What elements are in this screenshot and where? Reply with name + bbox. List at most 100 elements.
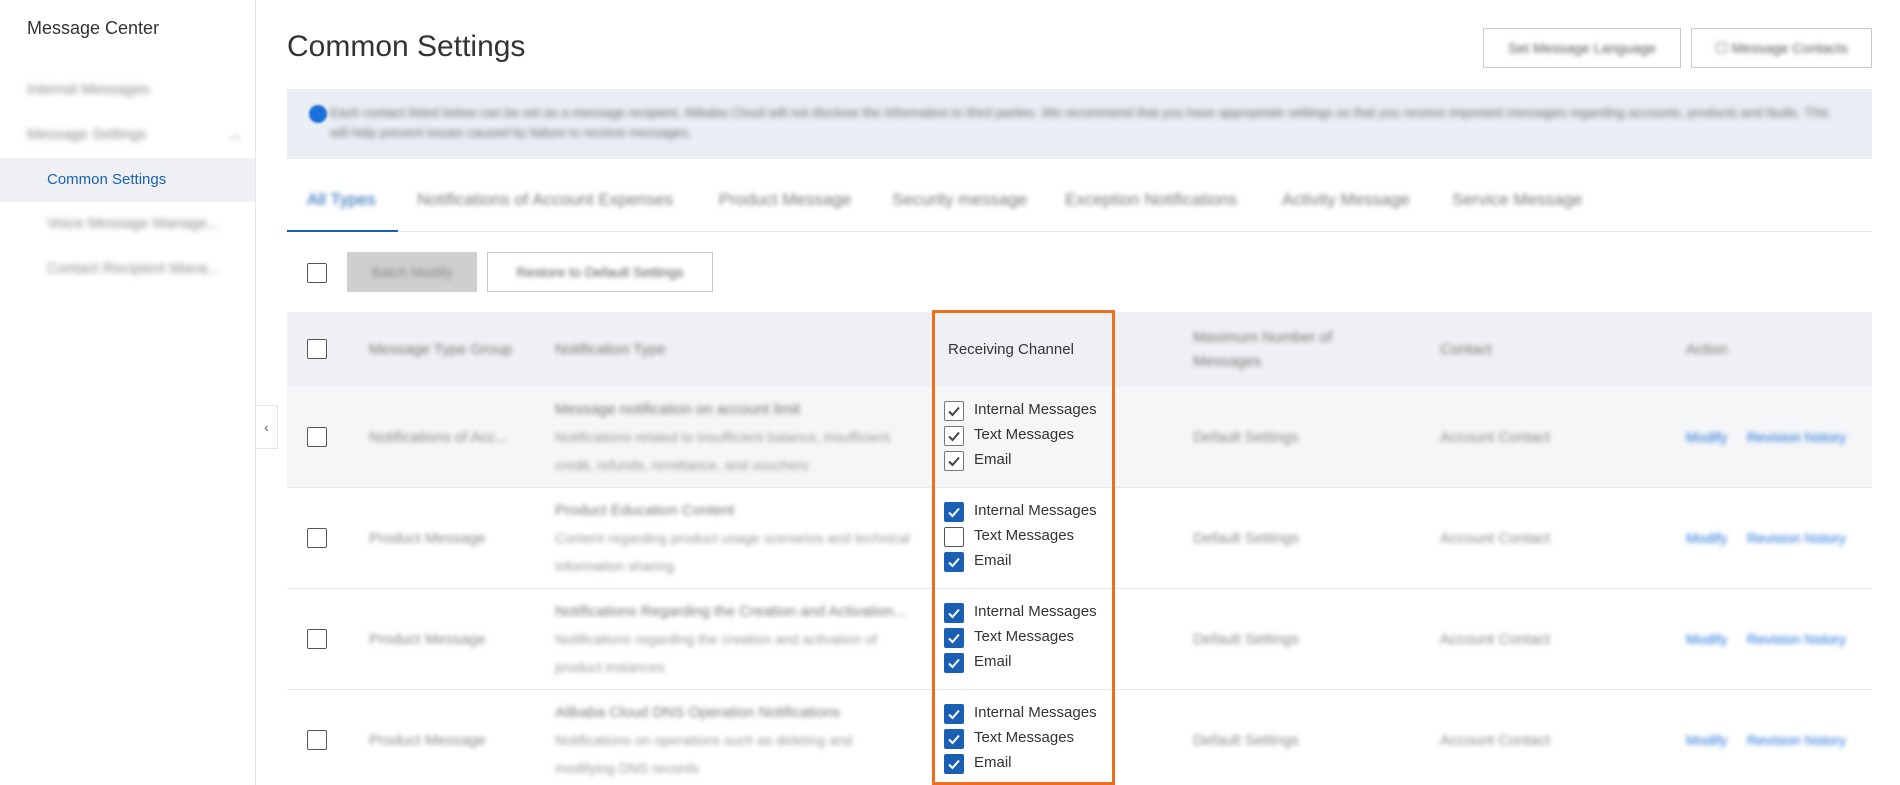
channel-label: Email <box>974 653 1012 670</box>
channel-checkbox[interactable] <box>944 527 964 547</box>
button-label: Restore to Default Settings <box>516 264 684 280</box>
row-checkbox[interactable] <box>307 629 327 649</box>
row-checkbox[interactable] <box>307 427 327 447</box>
tab-label: All Types <box>307 190 376 209</box>
restore-default-button[interactable]: Restore to Default Settings <box>487 252 713 292</box>
message-contacts-button[interactable]: ☐ Message Contacts <box>1691 28 1872 68</box>
row-checkbox[interactable] <box>307 730 327 750</box>
channel-option[interactable]: Text Messages <box>944 424 1104 449</box>
sidebar-item-label: Voice Message Manage... <box>47 215 220 232</box>
channel-checkbox[interactable] <box>944 628 964 648</box>
message-type-group: Notifications of Acc... <box>369 429 509 446</box>
sidebar-item-contact-recipient[interactable]: Contact Recipient Mana... <box>0 247 255 291</box>
receiving-channels: Internal Messages Text Messages Email <box>944 601 1104 676</box>
notification-description: Notifications regarding the creation and… <box>555 631 878 675</box>
column-header-max: Maximum Number of Messages <box>1193 326 1363 374</box>
channel-option[interactable]: Text Messages <box>944 626 1104 651</box>
sidebar-item-label: Internal Messages <box>27 81 150 98</box>
sidebar-item-common-settings[interactable]: Common Settings <box>0 158 255 202</box>
chevron-left-icon: ‹ <box>264 419 269 435</box>
channel-label: Internal Messages <box>974 502 1097 519</box>
notification-type: Product Education Content <box>555 502 735 519</box>
channel-option[interactable]: Internal Messages <box>944 702 1104 727</box>
receiving-channels: Internal Messages Text Messages Email <box>944 500 1104 575</box>
sidebar-title: Message Center <box>27 18 160 38</box>
channel-option[interactable]: Email <box>944 651 1104 676</box>
table-row: Product Message Alibaba Cloud DNS Operati… <box>287 690 1872 785</box>
channel-label: Internal Messages <box>974 603 1097 620</box>
channel-label: Email <box>974 754 1012 771</box>
sidebar-item-message-settings[interactable]: Message Settings ︿ <box>0 113 255 157</box>
button-label: Batch Modify <box>371 264 453 280</box>
contact-value: Account Contact <box>1440 631 1551 648</box>
tab-security-message[interactable]: Security message <box>892 190 1027 232</box>
tab-exception-notifications[interactable]: Exception Notifications <box>1065 190 1237 232</box>
batch-modify-button[interactable]: Batch Modify <box>347 252 477 292</box>
sidebar: Message Center Internal Messages Message… <box>0 0 256 785</box>
tab-label: Activity Message <box>1282 190 1410 209</box>
channel-option[interactable]: Internal Messages <box>944 500 1104 525</box>
channel-checkbox[interactable] <box>944 401 964 421</box>
sidebar-item-internal-messages[interactable]: Internal Messages <box>0 68 255 112</box>
tab-service-message[interactable]: Service Message <box>1452 190 1582 232</box>
max-messages-value: Default Settings <box>1193 530 1299 547</box>
tab-product-message[interactable]: Product Message <box>719 190 851 232</box>
channel-checkbox[interactable] <box>944 754 964 774</box>
message-type-group: Product Message <box>369 631 486 648</box>
tab-label: Exception Notifications <box>1065 190 1237 209</box>
table-row: Product Message Product Education Content… <box>287 488 1872 589</box>
row-checkbox[interactable] <box>307 528 327 548</box>
sidebar-collapse-button[interactable]: ‹ <box>256 405 278 449</box>
notification-type: Notifications Regarding the Creation and… <box>555 603 907 620</box>
header-select-all-checkbox[interactable] <box>307 339 327 359</box>
tab-all-types[interactable]: All Types <box>287 190 398 232</box>
channel-checkbox[interactable] <box>944 653 964 673</box>
contact-value: Account Contact <box>1440 732 1551 749</box>
channel-option[interactable]: Email <box>944 550 1104 575</box>
modify-link[interactable]: Modify <box>1686 732 1727 748</box>
max-messages-value: Default Settings <box>1193 631 1299 648</box>
column-header-label: Maximum Number of Messages <box>1193 329 1333 370</box>
tab-account-expenses[interactable]: Notifications of Account Expenses <box>417 190 673 232</box>
receiving-channels: Internal Messages Text Messages Email <box>944 702 1104 777</box>
channel-option[interactable]: Internal Messages <box>944 601 1104 626</box>
channel-checkbox[interactable] <box>944 704 964 724</box>
sidebar-item-voice-message[interactable]: Voice Message Manage... <box>0 202 255 246</box>
channel-checkbox[interactable] <box>944 729 964 749</box>
channel-checkbox[interactable] <box>944 552 964 572</box>
set-message-language-button[interactable]: Set Message Language <box>1483 28 1681 68</box>
button-label: Set Message Language <box>1508 40 1656 56</box>
chevron-up-icon: ︿ <box>228 128 241 142</box>
notification-description: Notifications on operations such as dele… <box>555 732 853 776</box>
channel-option[interactable]: Internal Messages <box>944 399 1104 424</box>
revision-history-link[interactable]: Revision history <box>1747 631 1846 647</box>
tab-bar: All Types Notifications of Account Expen… <box>287 190 1872 232</box>
channel-option[interactable]: Text Messages <box>944 727 1104 752</box>
channel-option[interactable]: Email <box>944 449 1104 474</box>
channel-checkbox[interactable] <box>944 426 964 446</box>
channel-checkbox[interactable] <box>944 451 964 471</box>
channel-label: Internal Messages <box>974 401 1097 418</box>
tab-label: Service Message <box>1452 190 1583 209</box>
channel-label: Text Messages <box>974 527 1075 544</box>
notification-description: Notifications related to insufficient ba… <box>555 429 890 473</box>
channel-option[interactable]: Email <box>944 752 1104 777</box>
channel-checkbox[interactable] <box>944 502 964 522</box>
app-window: Message Center Internal Messages Message… <box>0 0 1900 785</box>
max-messages-value: Default Settings <box>1193 429 1299 446</box>
message-type-group: Product Message <box>369 530 486 547</box>
modify-link[interactable]: Modify <box>1686 530 1727 546</box>
column-header-type: Notification Type <box>555 338 666 362</box>
modify-link[interactable]: Modify <box>1686 429 1727 445</box>
tab-label: Notifications of Account Expenses <box>417 190 674 209</box>
channel-option[interactable]: Text Messages <box>944 525 1104 550</box>
channel-label: Internal Messages <box>974 704 1097 721</box>
revision-history-link[interactable]: Revision history <box>1747 429 1846 445</box>
message-type-group: Product Message <box>369 732 486 749</box>
revision-history-link[interactable]: Revision history <box>1747 530 1846 546</box>
tab-activity-message[interactable]: Activity Message <box>1282 190 1410 232</box>
modify-link[interactable]: Modify <box>1686 631 1727 647</box>
toolbar-select-all-checkbox[interactable] <box>307 263 327 283</box>
channel-checkbox[interactable] <box>944 603 964 623</box>
revision-history-link[interactable]: Revision history <box>1747 732 1846 748</box>
